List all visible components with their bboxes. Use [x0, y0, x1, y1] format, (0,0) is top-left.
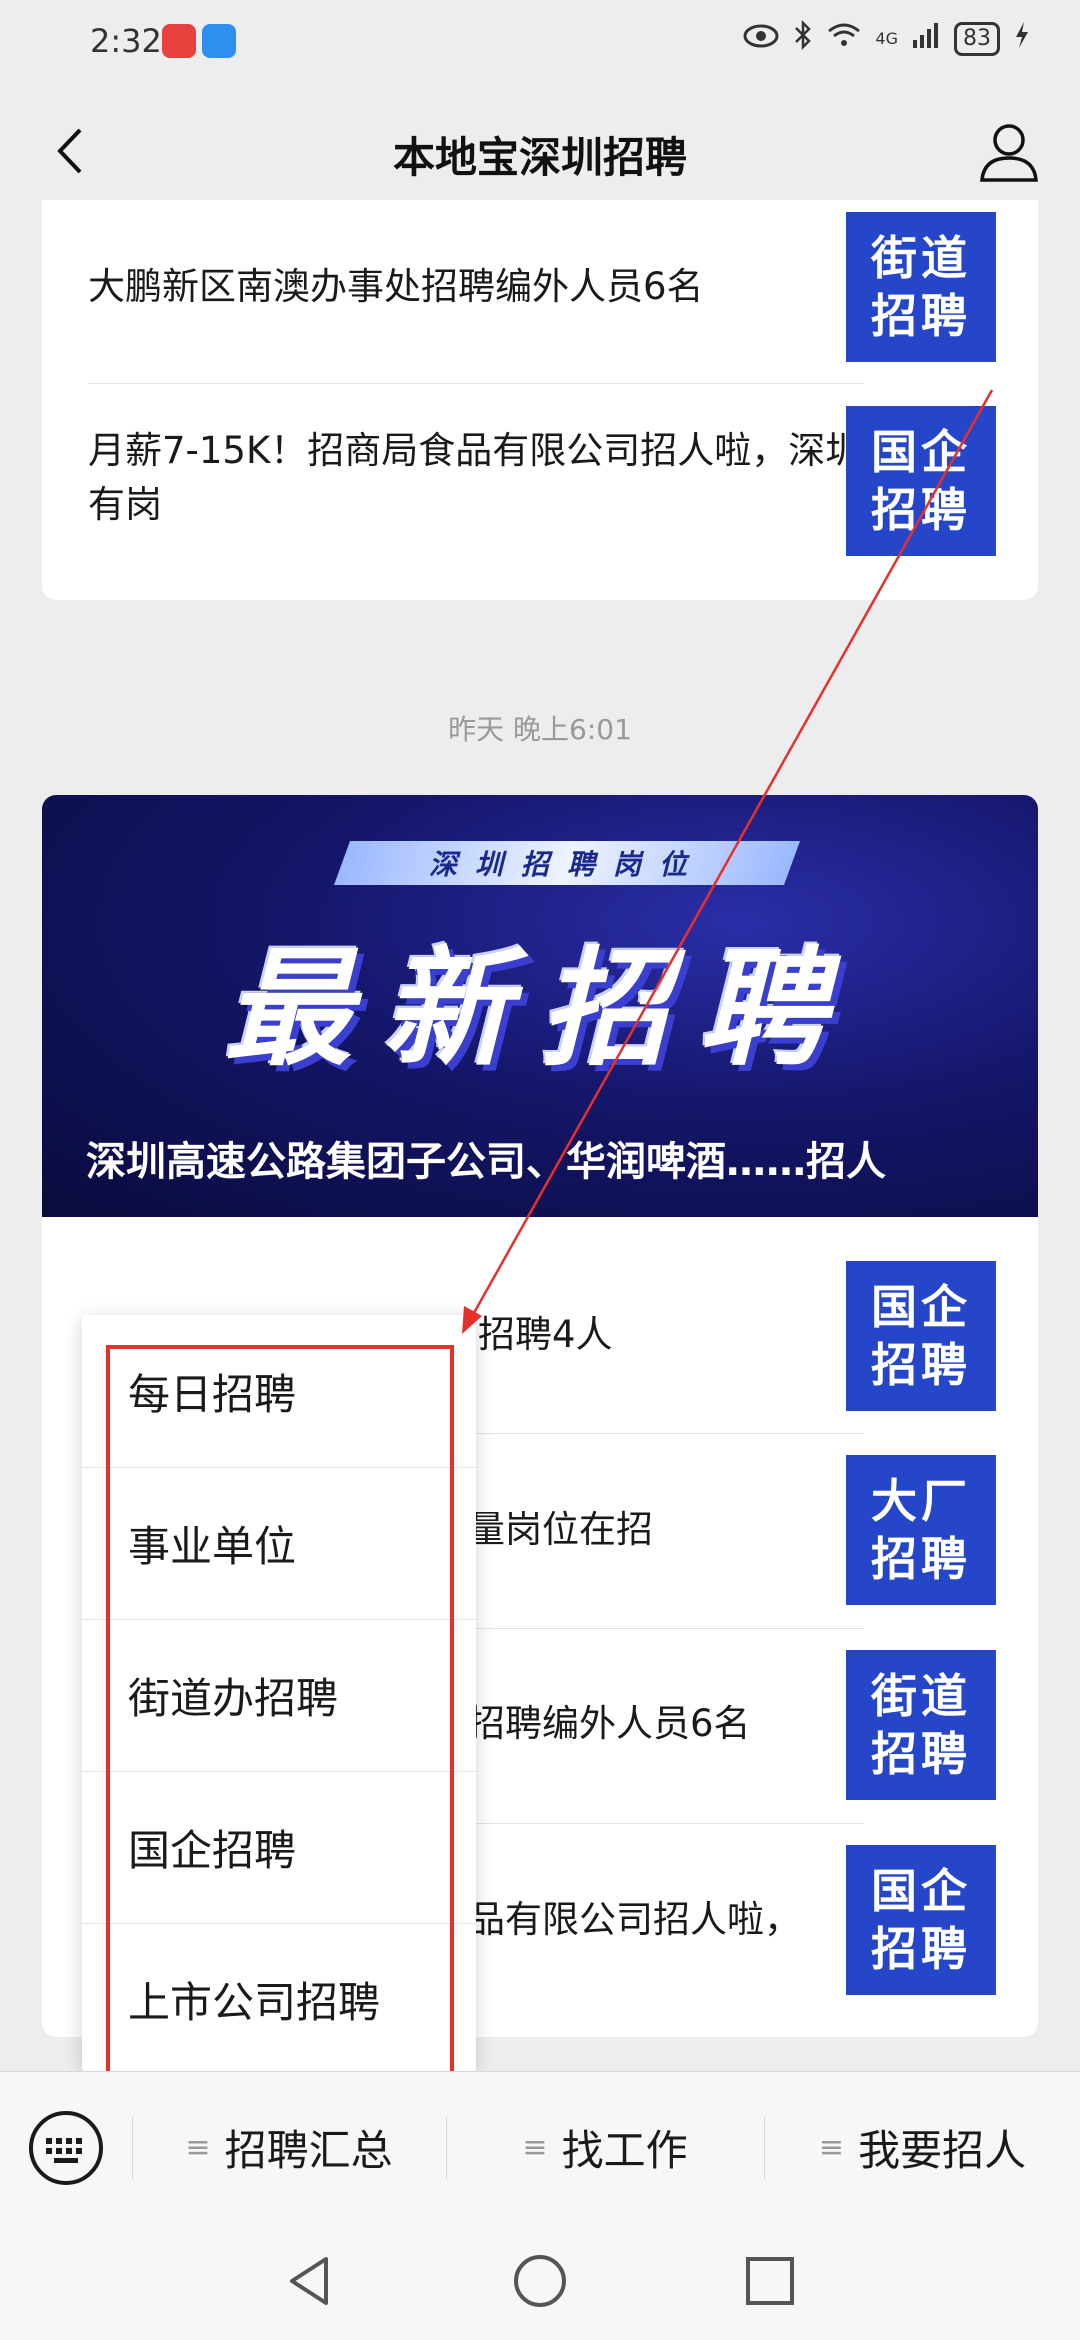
battery-icon: 83	[954, 21, 1000, 56]
nav-recents-icon	[746, 2257, 794, 2305]
nav-back-button[interactable]	[280, 2251, 340, 2311]
status-icons: 4G 83	[743, 19, 1030, 57]
article-thumbnail[interactable]: 街道 招聘	[846, 1650, 996, 1800]
article-item[interactable]: 量岗位在招	[468, 1503, 858, 1557]
article-title: 招聘编外人员6名	[468, 1702, 751, 1745]
article-thumbnail[interactable]: 国企 招聘	[846, 406, 996, 556]
bottom-menu-bar: ≡ 招聘汇总 ≡ 找工作 ≡ 我要招人	[0, 2071, 1080, 2222]
article-item[interactable]: 品有限公司招人啦，	[468, 1893, 858, 1947]
article-thumbnail[interactable]: 街道 招聘	[846, 212, 996, 362]
eye-icon	[743, 22, 779, 55]
weather-app-icon	[202, 24, 236, 58]
menu-lines-icon: ≡	[818, 2129, 845, 2165]
system-nav-bar	[0, 2221, 1080, 2340]
menu-item-subdistrict-jobs[interactable]: 街道办招聘	[82, 1619, 476, 1771]
page-title: 本地宝深圳招聘	[392, 133, 687, 182]
menu-tab-summary[interactable]: ≡ 招聘汇总	[133, 2072, 445, 2222]
article-item[interactable]: 招聘编外人员6名	[468, 1697, 858, 1751]
menu-item-daily-jobs[interactable]: 每日招聘	[82, 1315, 476, 1467]
banner-headline: 最新招聘	[223, 935, 856, 1084]
menu-tab-find-job[interactable]: ≡ 找工作	[447, 2072, 763, 2222]
article-thumbnail[interactable]: 国企 招聘	[846, 1261, 996, 1411]
title-bar: 本地宝深圳招聘	[0, 88, 1080, 214]
keyboard-toggle-button[interactable]	[28, 2110, 104, 2186]
charging-icon	[1014, 21, 1030, 56]
message-timestamp: 昨天 晚上6:01	[448, 713, 632, 746]
bluetooth-icon	[793, 19, 813, 57]
nav-recents-button[interactable]	[740, 2251, 800, 2311]
wifi-icon	[827, 22, 861, 55]
status-time: 2:32	[90, 22, 162, 60]
signal-icon	[912, 22, 940, 55]
huawei-app-icon	[162, 24, 196, 58]
menu-lines-icon: ≡	[185, 2129, 211, 2165]
menu-tab-hire[interactable]: ≡ 我要招人	[765, 2072, 1080, 2222]
article-card-previous: 大鹏新区南澳办事处招聘编外人员6名 街道 招聘 月薪7-15K！招商局食品有限公…	[42, 200, 1038, 600]
banner-tag: 深圳招聘岗位	[333, 841, 801, 885]
nav-back-icon	[290, 2257, 328, 2305]
menu-lines-icon: ≡	[522, 2129, 548, 2165]
divider	[88, 383, 864, 384]
article-title: 招聘4人	[478, 1313, 613, 1356]
article-item[interactable]: 月薪7-15K！招商局食品有限公司招人啦，深圳有岗	[88, 424, 864, 532]
banner-image[interactable]: 深圳招聘岗位 最新招聘 深圳高速公路集团子公司、华润啤酒……招人	[42, 795, 1038, 1217]
menu-item-listed-company-jobs[interactable]: 上市公司招聘	[82, 1923, 476, 2075]
profile-button[interactable]	[974, 116, 1044, 186]
person-icon	[980, 124, 1038, 182]
article-title: 月薪7-15K！招商局食品有限公司招人啦，深圳有岗	[88, 429, 863, 526]
article-thumbnail[interactable]: 大厂 招聘	[846, 1455, 996, 1605]
article-item[interactable]: 招聘4人	[478, 1308, 858, 1362]
submenu-popup: 每日招聘 事业单位 街道办招聘 国企招聘 上市公司招聘	[82, 1315, 476, 2072]
article-item[interactable]: 大鹏新区南澳办事处招聘编外人员6名	[88, 260, 864, 314]
article-thumbnail[interactable]: 国企 招聘	[846, 1845, 996, 1995]
keyboard-icon	[29, 2111, 103, 2185]
network-type: 4G	[875, 29, 898, 48]
article-title: 品有限公司招人啦，	[468, 1898, 801, 1941]
article-title: 大鹏新区南澳办事处招聘编外人员6名	[88, 265, 704, 308]
nav-home-icon	[514, 2255, 566, 2307]
menu-item-public-institutions[interactable]: 事业单位	[82, 1467, 476, 1619]
banner-caption: 深圳高速公路集团子公司、华润啤酒……招人	[86, 1139, 886, 1185]
menu-item-soe-jobs[interactable]: 国企招聘	[82, 1771, 476, 1923]
article-title: 量岗位在招	[468, 1508, 653, 1551]
nav-home-button[interactable]	[510, 2251, 570, 2311]
status-bar: 2:32 4G 83	[0, 0, 1080, 88]
